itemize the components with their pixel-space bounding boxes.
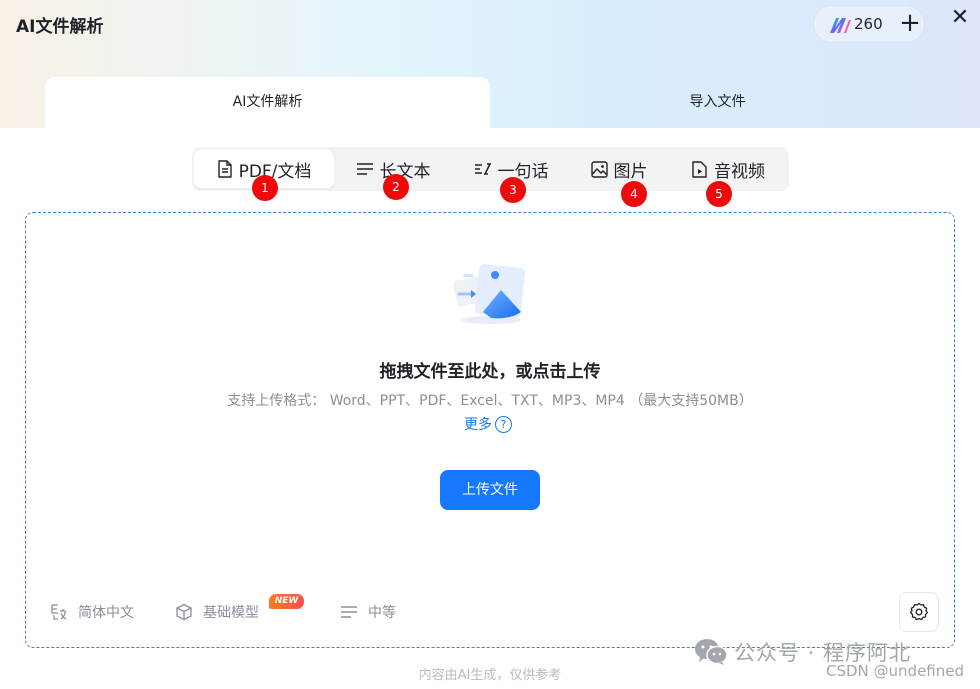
file-type-label: 音视频 (714, 161, 765, 182)
more-formats-link[interactable]: 更多 ? (464, 414, 512, 434)
supported-formats: 支持上传格式： Word、PPT、PDF、Excel、TXT、MP3、MP4 （… (227, 393, 753, 409)
credits-count: 260 (854, 15, 883, 33)
tab-ai-file-parse[interactable]: AI文件解析 (45, 77, 490, 128)
file-type-label: 一句话 (497, 161, 549, 182)
text-lines-icon (341, 606, 357, 618)
csdn-watermark: CSDN @undefined (826, 662, 965, 680)
dropzone-title: 拖拽文件至此处，或点击上传 (379, 362, 601, 382)
text-lines-icon (356, 163, 373, 175)
annotation-badge: 2 (383, 174, 409, 200)
image-icon (590, 160, 608, 178)
upload-illustration-icon (453, 264, 525, 324)
close-button[interactable]: ✕ (948, 6, 972, 30)
credits-pill[interactable]: 260 + (813, 5, 925, 43)
file-type-label: 图片 (613, 161, 648, 182)
tab-import-file[interactable]: 导入文件 (490, 77, 945, 128)
wechat-icon (695, 639, 728, 665)
video-icon (692, 160, 707, 178)
file-type-image[interactable]: 图片 (570, 150, 668, 188)
model-selector[interactable]: 基础模型 (175, 601, 259, 623)
settings-button[interactable] (899, 592, 939, 632)
file-type-selector: PDF/文档 长文本 一句话 图片 音视频 (192, 147, 789, 191)
more-label: 更多 (464, 417, 492, 433)
model-label: 基础模型 (203, 605, 259, 621)
sentence-icon (474, 163, 491, 175)
file-type-audio-video[interactable]: 音视频 (668, 150, 788, 188)
translate-icon (51, 604, 67, 620)
annotation-badge: 5 (706, 181, 732, 207)
add-credits-button[interactable]: + (894, 8, 926, 40)
brand-logo-icon (830, 18, 851, 33)
cube-icon (176, 603, 192, 621)
language-label: 简体中文 (78, 605, 134, 621)
detail-level-selector[interactable]: 中等 (340, 601, 396, 623)
new-badge: NEW (269, 594, 304, 609)
language-selector[interactable]: 简体中文 (50, 601, 134, 623)
annotation-badge: 4 (621, 181, 647, 207)
document-icon (217, 160, 232, 178)
app-title: AI文件解析 (16, 17, 104, 37)
file-type-label: PDF/文档 (238, 161, 312, 182)
annotation-badge: 3 (500, 177, 526, 203)
detail-level-label: 中等 (368, 605, 396, 621)
annotation-badge: 1 (252, 175, 278, 201)
upload-file-button[interactable]: 上传文件 (440, 470, 540, 510)
gear-icon (909, 602, 929, 621)
help-icon: ? (495, 415, 512, 433)
